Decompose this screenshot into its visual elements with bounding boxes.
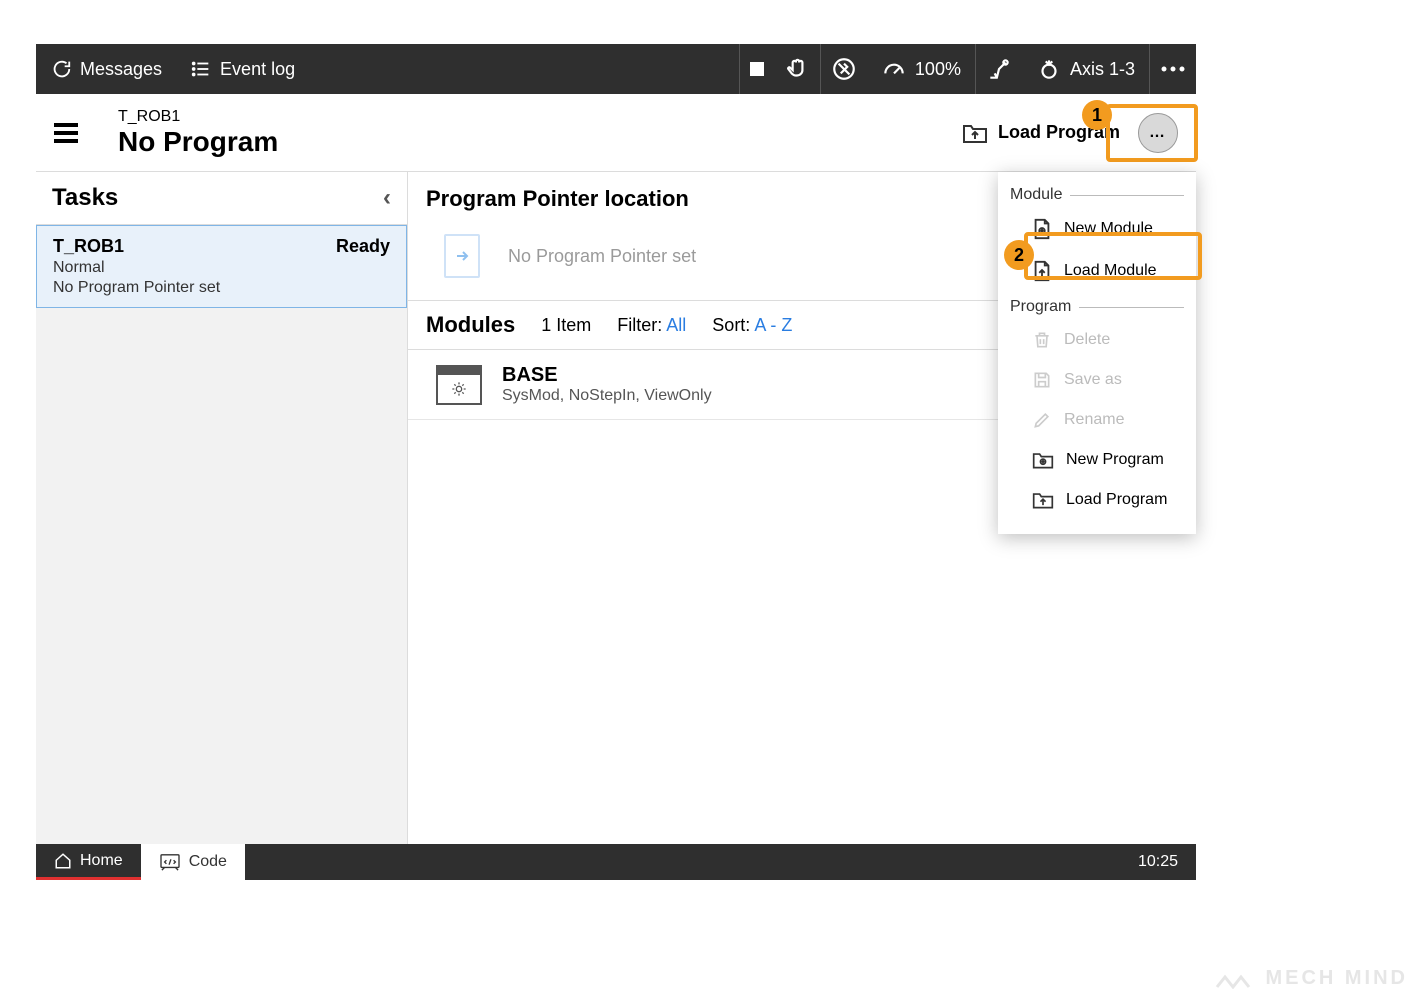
clock: 10:25 bbox=[1138, 853, 1196, 871]
filter-value: All bbox=[666, 315, 686, 335]
pointer-status-text: No Program Pointer set bbox=[508, 246, 696, 267]
dropdown-module-label: Module bbox=[1010, 186, 1062, 204]
topbar-more-button[interactable] bbox=[1150, 44, 1196, 94]
messages-button[interactable]: Messages bbox=[36, 44, 176, 94]
rename-item: Rename bbox=[998, 400, 1196, 440]
eventlog-label: Event log bbox=[220, 59, 295, 80]
task-label: T_ROB1 bbox=[118, 108, 278, 126]
code-icon bbox=[159, 853, 181, 871]
watermark-text: MECH MIND bbox=[1265, 967, 1408, 989]
menu-button[interactable] bbox=[54, 123, 78, 143]
eventlog-button[interactable]: Event log bbox=[176, 44, 309, 94]
watermark: MECH MIND bbox=[1215, 967, 1408, 990]
actions-dropdown: Module New Module Load Module Program De… bbox=[998, 172, 1196, 534]
messages-label: Messages bbox=[80, 59, 162, 80]
tasks-header: Tasks ‹ bbox=[36, 172, 407, 225]
task-item[interactable]: T_ROB1 Ready Normal No Program Pointer s… bbox=[36, 225, 407, 308]
load-program-menu-label: Load Program bbox=[1066, 491, 1167, 509]
program-header: T_ROB1 No Program Load Program … 1 bbox=[36, 94, 1196, 172]
stop-indicator[interactable] bbox=[740, 44, 774, 94]
code-label: Code bbox=[189, 853, 227, 871]
list-icon bbox=[190, 58, 212, 80]
task-mode: Normal bbox=[53, 259, 390, 277]
task-pointer: No Program Pointer set bbox=[53, 279, 390, 297]
pencil-icon bbox=[1032, 410, 1052, 430]
load-program-menu-item[interactable]: Load Program bbox=[998, 480, 1196, 520]
task-status: Ready bbox=[336, 236, 390, 257]
axis-label: Axis 1-3 bbox=[1070, 59, 1135, 80]
new-program-item[interactable]: New Program bbox=[998, 440, 1196, 480]
hand-button[interactable] bbox=[774, 44, 820, 94]
sort-label: Sort: bbox=[712, 315, 754, 335]
folder-plus-icon bbox=[1032, 450, 1054, 470]
hand-icon bbox=[784, 56, 810, 82]
callout-2-badge: 2 bbox=[1004, 240, 1034, 270]
module-attrs: SysMod, NoStepIn, ViewOnly bbox=[502, 387, 712, 405]
messages-icon bbox=[50, 58, 72, 80]
pointer-icon bbox=[444, 234, 480, 278]
robot-icon bbox=[986, 56, 1012, 82]
filter-control[interactable]: Filter: All bbox=[617, 315, 686, 336]
code-tab[interactable]: Code bbox=[141, 844, 245, 880]
callout-2-highlight bbox=[1024, 232, 1202, 280]
motors-off-icon bbox=[831, 56, 857, 82]
trash-icon bbox=[1032, 330, 1052, 350]
motors-button[interactable] bbox=[821, 44, 867, 94]
delete-label: Delete bbox=[1064, 331, 1110, 349]
home-label: Home bbox=[80, 852, 123, 870]
tasks-title: Tasks bbox=[52, 184, 118, 212]
module-icon bbox=[436, 365, 482, 405]
callout-1-highlight bbox=[1106, 104, 1198, 162]
save-icon bbox=[1032, 370, 1052, 390]
sort-control[interactable]: Sort: A - Z bbox=[712, 315, 792, 336]
stop-icon bbox=[750, 62, 764, 76]
home-tab[interactable]: Home bbox=[36, 844, 141, 880]
home-icon bbox=[54, 852, 72, 870]
program-title: No Program bbox=[118, 126, 278, 158]
delete-item: Delete bbox=[998, 320, 1196, 360]
back-button[interactable]: ‹ bbox=[383, 184, 391, 212]
task-name: T_ROB1 bbox=[53, 236, 124, 257]
dropdown-module-section: Module bbox=[998, 180, 1196, 208]
save-as-label: Save as bbox=[1064, 371, 1122, 389]
folder-up-icon bbox=[1032, 490, 1054, 510]
robot-button[interactable] bbox=[976, 44, 1022, 94]
new-program-label: New Program bbox=[1066, 451, 1164, 469]
gauge-icon bbox=[881, 56, 907, 82]
bottom-bar: Home Code 10:25 bbox=[36, 844, 1196, 880]
speed-button[interactable]: 100% bbox=[867, 44, 975, 94]
speed-label: 100% bbox=[915, 59, 961, 80]
folder-up-icon bbox=[962, 122, 988, 144]
modules-count: 1 Item bbox=[541, 315, 591, 336]
watermark-logo-icon bbox=[1215, 969, 1251, 989]
filter-label: Filter: bbox=[617, 315, 666, 335]
dots-icon bbox=[1160, 65, 1186, 73]
modules-label: Modules bbox=[426, 312, 515, 338]
top-toolbar: Messages Event log 100% bbox=[36, 44, 1196, 94]
sort-value: A - Z bbox=[754, 315, 792, 335]
dropdown-program-section: Program bbox=[998, 292, 1196, 320]
callout-1-badge: 1 bbox=[1082, 100, 1112, 130]
axis-icon bbox=[1036, 56, 1062, 82]
dropdown-program-label: Program bbox=[1010, 298, 1071, 316]
save-as-item: Save as bbox=[998, 360, 1196, 400]
rename-label: Rename bbox=[1064, 411, 1124, 429]
app-window: Messages Event log 100% bbox=[36, 44, 1196, 880]
axis-button[interactable]: Axis 1-3 bbox=[1022, 44, 1149, 94]
tasks-sidebar: Tasks ‹ T_ROB1 Ready Normal No Program P… bbox=[36, 172, 408, 844]
module-name: BASE bbox=[502, 364, 712, 387]
